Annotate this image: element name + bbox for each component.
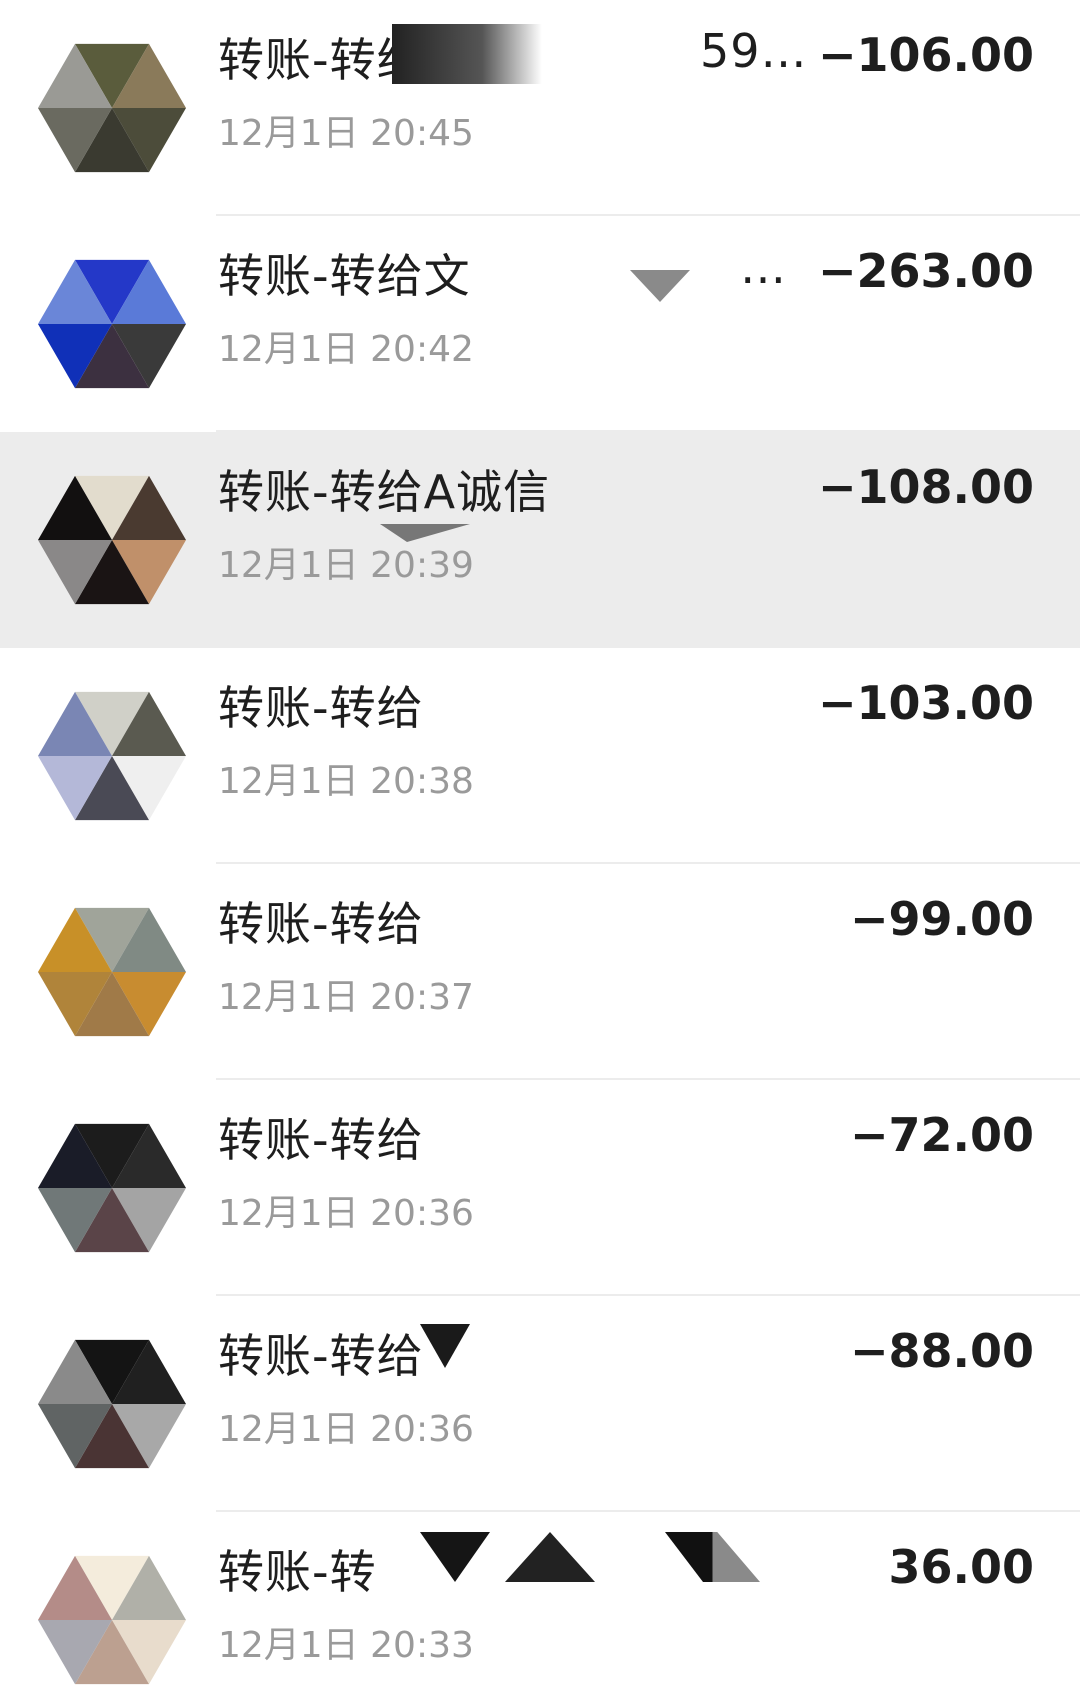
avatar (32, 22, 192, 194)
transaction-title: 转账-转给 (218, 897, 424, 951)
transaction-amount: −99.00 (849, 892, 1034, 946)
transaction-row[interactable]: 转账-转给 59… 12月1日 20:45 −106.00 (0, 0, 1080, 216)
redaction-block (665, 1532, 760, 1582)
transaction-time: 12月1日 20:33 (218, 1625, 474, 1666)
redaction-block (420, 1324, 470, 1368)
avatar-mosaic (38, 259, 186, 389)
avatar (32, 1534, 192, 1690)
transaction-amount: −108.00 (817, 460, 1034, 514)
transaction-time: 12月1日 20:45 (218, 113, 474, 154)
transaction-amount: −72.00 (849, 1108, 1034, 1162)
transaction-row[interactable]: 转账-转给A诚信 12月1日 20:39 −108.00 (0, 432, 1080, 648)
transaction-time: 12月1日 20:36 (218, 1409, 474, 1450)
transaction-amount: −103.00 (817, 676, 1034, 730)
transaction-time: 12月1日 20:38 (218, 761, 474, 802)
avatar (32, 1102, 192, 1274)
transaction-row[interactable]: 转账-转给 12月1日 20:36 −88.00 (0, 1296, 1080, 1512)
avatar (32, 454, 192, 626)
transaction-row[interactable]: 转账-转给 12月1日 20:36 −72.00 (0, 1080, 1080, 1296)
transaction-row[interactable]: 转账-转给文 … 12月1日 20:42 −263.00 (0, 216, 1080, 432)
transaction-amount: −263.00 (817, 244, 1034, 298)
transaction-amount: −88.00 (849, 1324, 1034, 1378)
transaction-time: 12月1日 20:36 (218, 1193, 474, 1234)
transaction-row[interactable]: 转账-转给 12月1日 20:38 −103.00 (0, 648, 1080, 864)
redaction-block (630, 270, 690, 302)
transaction-row[interactable]: 转账-转给 12月1日 20:37 −99.00 (0, 864, 1080, 1080)
avatar (32, 1318, 192, 1490)
transaction-time: 12月1日 20:42 (218, 329, 474, 370)
avatar (32, 670, 192, 842)
avatar (32, 238, 192, 410)
transaction-list: 转账-转给 59… 12月1日 20:45 −106.00 转账-转给文 … 1… (0, 0, 1080, 1690)
transaction-title-tail: 59… (700, 24, 808, 78)
transaction-amount: 36.00 (888, 1540, 1034, 1594)
avatar-mosaic (38, 1555, 186, 1685)
avatar-mosaic (38, 1123, 186, 1253)
redaction-block (420, 1532, 490, 1582)
avatar-mosaic (38, 691, 186, 821)
transaction-row[interactable]: 转账-转 12月1日 20:33 36.00 (0, 1512, 1080, 1690)
transaction-title: 转账-转给文 (218, 249, 471, 303)
transaction-time: 12月1日 20:37 (218, 977, 474, 1018)
avatar-mosaic (38, 43, 186, 173)
avatar-mosaic (38, 1339, 186, 1469)
transaction-title: 转账-转给 (218, 1329, 424, 1383)
transaction-title: 转账-转给A诚信 (218, 465, 551, 519)
transaction-title-tail: … (740, 240, 787, 294)
transaction-title: 转账-转给 (218, 1113, 424, 1167)
avatar-mosaic (38, 907, 186, 1037)
transaction-title: 转账-转给 (218, 681, 424, 735)
transaction-time: 12月1日 20:39 (218, 545, 474, 586)
redaction-block (505, 1532, 595, 1582)
avatar (32, 886, 192, 1058)
redaction-block (392, 24, 542, 84)
transaction-title: 转账-转 (218, 1545, 377, 1599)
avatar-mosaic (38, 475, 186, 605)
transaction-amount: −106.00 (817, 28, 1034, 82)
